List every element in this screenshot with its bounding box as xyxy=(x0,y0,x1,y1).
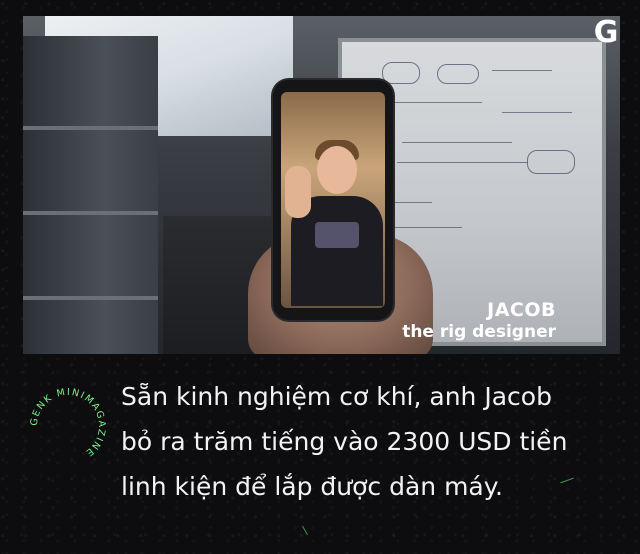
hero-photo: JACOB the rig designer xyxy=(23,16,620,354)
article-line: linh kiện để lắp được dàn máy. xyxy=(121,472,503,501)
smartphone xyxy=(273,80,393,320)
article-line: Sẵn kinh nghiệm cơ khí, anh Jacob xyxy=(121,382,552,411)
caption-role: the rig designer xyxy=(402,322,556,342)
caption-name: JACOB xyxy=(487,299,556,321)
article-line: bỏ ra trăm tiếng vào 2300 USD tiền xyxy=(121,427,568,456)
brand-logo: G xyxy=(593,15,619,50)
badge-text: GENK MINIMAGAZINE xyxy=(29,387,107,459)
article-text: Sẵn kinh nghiệm cơ khí, anh Jacob bỏ ra … xyxy=(121,374,621,509)
person-face xyxy=(317,146,357,194)
shelving-cabinet xyxy=(23,36,158,354)
genk-minimagazine-badge: GENK MINIMAGAZINE xyxy=(29,387,107,459)
film-scratch xyxy=(302,525,308,536)
waving-hand xyxy=(285,166,311,218)
phone-screen-video-call xyxy=(281,92,385,308)
